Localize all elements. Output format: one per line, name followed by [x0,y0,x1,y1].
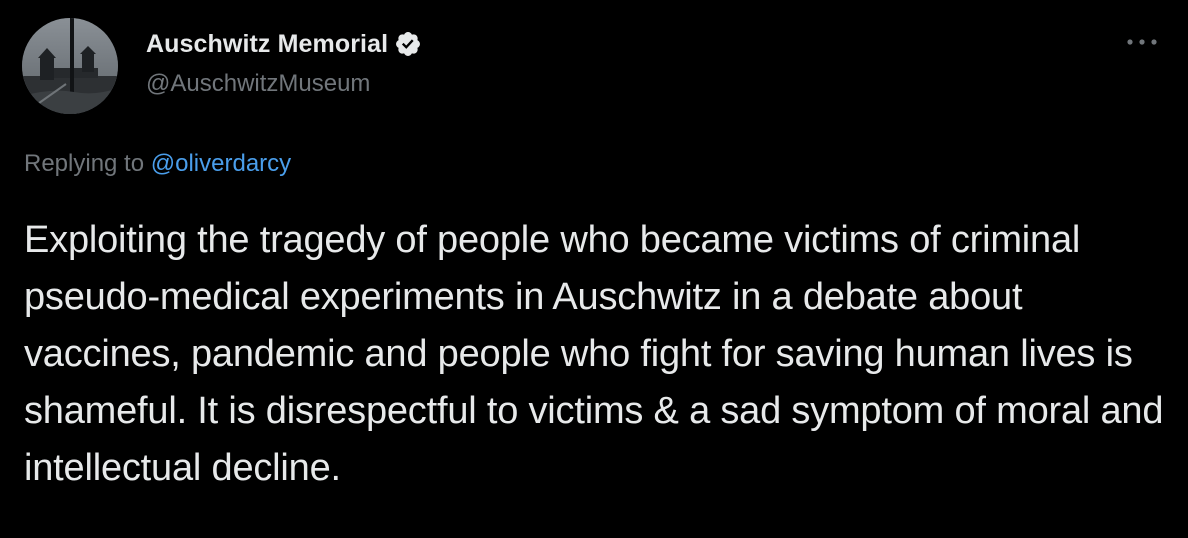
replying-to: Replying to @oliverdarcy [24,150,291,178]
more-options-button[interactable] [1122,30,1162,54]
author-name-row: Auschwitz Memorial [146,28,422,60]
author-name[interactable]: Auschwitz Memorial [146,30,388,59]
replying-to-label: Replying to [24,150,145,177]
author-handle[interactable]: @AuschwitzMuseum [146,70,370,98]
reply-mention-link[interactable]: @oliverdarcy [151,150,291,177]
memorial-gate-avatar-image [22,18,118,114]
verified-badge-icon [394,30,422,58]
author-avatar[interactable] [22,18,118,114]
tweet-card: Auschwitz Memorial @AuschwitzMuseum Repl… [0,0,1188,538]
tweet-text: Exploiting the tragedy of people who bec… [24,219,1164,489]
more-options-icon [1127,39,1157,45]
